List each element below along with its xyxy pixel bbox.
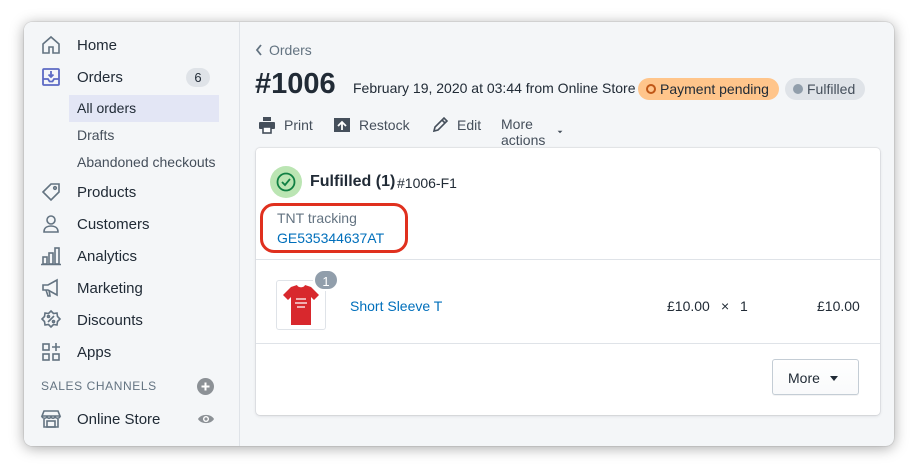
fulfillment-title: Fulfilled (1) bbox=[310, 173, 396, 190]
printer-icon bbox=[259, 117, 275, 134]
orders-icon bbox=[42, 68, 60, 86]
sidebar-item-analytics[interactable]: Analytics bbox=[24, 242, 240, 270]
sidebar-item-label: Online Store bbox=[77, 410, 161, 428]
sidebar-item-label: Customers bbox=[77, 215, 150, 233]
tag-icon bbox=[41, 183, 60, 202]
sidebar-item-apps[interactable]: Apps bbox=[24, 338, 240, 366]
status-dot bbox=[793, 84, 803, 94]
sales-channels-heading: SALES CHANNELS bbox=[41, 379, 157, 393]
app-window: Home Orders 6 All orders Drafts Abandone… bbox=[24, 22, 894, 446]
sidebar-item-label: Marketing bbox=[77, 279, 143, 297]
sidebar-item-orders[interactable]: Orders 6 bbox=[24, 63, 240, 91]
tracking-highlight-annotation bbox=[260, 203, 408, 253]
person-icon bbox=[43, 215, 59, 233]
pencil-icon bbox=[432, 116, 449, 133]
page-title: #1006 bbox=[255, 68, 336, 100]
add-sales-channel-button[interactable] bbox=[197, 378, 214, 395]
sidebar-item-label: Home bbox=[77, 36, 118, 54]
order-meta: February 19, 2020 at 03:44 from Online S… bbox=[353, 80, 636, 96]
eye-icon[interactable] bbox=[197, 412, 215, 426]
sidebar-item-label: Orders bbox=[77, 68, 123, 86]
sidebar-subitem-abandoned-checkouts[interactable]: Abandoned checkouts bbox=[69, 149, 219, 176]
restock-label: Restock bbox=[359, 117, 410, 133]
print-label: Print bbox=[284, 117, 313, 133]
divider bbox=[256, 343, 880, 344]
sidebar-item-customers[interactable]: Customers bbox=[24, 210, 240, 238]
line-total: £10.00 bbox=[817, 298, 860, 314]
caret-down-icon bbox=[830, 376, 838, 381]
edit-button[interactable]: Edit bbox=[431, 116, 481, 134]
edit-label: Edit bbox=[457, 117, 482, 133]
more-button-label: More bbox=[788, 370, 820, 386]
divider bbox=[256, 259, 880, 260]
sidebar-item-online-store[interactable]: Online Store bbox=[24, 405, 240, 433]
home-icon bbox=[42, 35, 60, 54]
restock-button[interactable]: Restock bbox=[333, 116, 410, 134]
fulfillment-id: #1006-F1 bbox=[397, 175, 457, 191]
quantity-badge: 1 bbox=[313, 269, 339, 291]
megaphone-icon bbox=[42, 278, 58, 297]
print-button[interactable]: Print bbox=[258, 116, 313, 134]
apps-icon bbox=[42, 343, 60, 361]
quantity: 1 bbox=[740, 298, 748, 314]
sidebar-item-home[interactable]: Home bbox=[24, 31, 240, 59]
sidebar-item-marketing[interactable]: Marketing bbox=[24, 274, 240, 302]
status-dot bbox=[646, 84, 656, 94]
breadcrumb-label: Orders bbox=[269, 42, 312, 58]
fulfillment-status-label: Fulfilled bbox=[807, 81, 856, 97]
discount-icon bbox=[40, 309, 62, 329]
sidebar-item-discounts[interactable]: Discounts bbox=[24, 306, 240, 334]
sidebar: Home Orders 6 All orders Drafts Abandone… bbox=[24, 22, 240, 446]
payment-status-label: Payment pending bbox=[660, 81, 769, 97]
store-icon bbox=[40, 410, 62, 428]
chevron-left-icon bbox=[255, 44, 262, 56]
fulfilled-icon-badge bbox=[270, 166, 302, 198]
breadcrumb[interactable]: Orders bbox=[254, 42, 312, 58]
fulfillment-status-badge: Fulfilled bbox=[785, 78, 866, 100]
payment-status-badge: Payment pending bbox=[638, 78, 779, 100]
main-content: Orders #1006 February 19, 2020 at 03:44 … bbox=[240, 22, 894, 446]
plus-icon bbox=[201, 382, 210, 391]
more-actions-button[interactable]: More actions bbox=[501, 116, 563, 148]
more-actions-label: More actions bbox=[501, 116, 546, 148]
sidebar-subitem-drafts[interactable]: Drafts bbox=[69, 122, 219, 149]
more-button[interactable]: More bbox=[772, 359, 859, 395]
sidebar-item-label: Apps bbox=[77, 343, 112, 361]
multiply-sign: × bbox=[721, 298, 730, 314]
sidebar-item-products[interactable]: Products bbox=[24, 178, 240, 206]
restock-icon bbox=[334, 118, 350, 132]
sidebar-item-label: Discounts bbox=[77, 311, 143, 329]
sidebar-item-label: Analytics bbox=[77, 247, 138, 265]
check-circle-icon bbox=[276, 172, 296, 192]
unit-price: £10.00 bbox=[667, 298, 710, 314]
fulfillment-card: Fulfilled (1) #1006-F1 TNT tracking GE53… bbox=[256, 148, 880, 415]
product-name-link[interactable]: Short Sleeve T bbox=[350, 298, 442, 314]
sidebar-item-label: Products bbox=[77, 183, 137, 201]
orders-count-badge: 6 bbox=[186, 68, 210, 87]
bar-chart-icon bbox=[41, 247, 61, 266]
caret-down-icon bbox=[557, 130, 563, 134]
sidebar-subitem-all-orders[interactable]: All orders bbox=[69, 95, 219, 122]
